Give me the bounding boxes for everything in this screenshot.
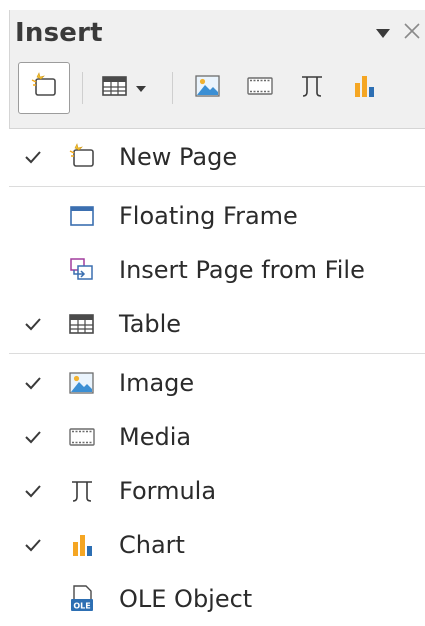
formula-button[interactable] bbox=[290, 62, 334, 114]
table-icon bbox=[67, 309, 97, 339]
list-item-chart[interactable]: Chart bbox=[9, 518, 425, 572]
ole-object-icon: OLE bbox=[67, 584, 97, 614]
list-item-insert-page-from-file[interactable]: Insert Page from File bbox=[9, 243, 425, 297]
list-item-label: New Page bbox=[119, 143, 238, 171]
chart-icon bbox=[351, 73, 377, 103]
table-button[interactable] bbox=[92, 62, 156, 114]
list-item-label: Media bbox=[119, 423, 192, 451]
formula-icon bbox=[298, 72, 326, 104]
media-icon bbox=[246, 74, 274, 102]
list-item-label: Chart bbox=[119, 531, 185, 559]
triangle-down-icon[interactable] bbox=[370, 20, 396, 46]
chart-button[interactable] bbox=[342, 62, 386, 114]
list-item-label: Table bbox=[119, 310, 182, 338]
list-item-image[interactable]: Image bbox=[9, 356, 425, 410]
svg-text:OLE: OLE bbox=[73, 602, 90, 611]
new-page-button[interactable] bbox=[18, 62, 70, 114]
toolbar-separator bbox=[172, 72, 173, 104]
new-page-icon bbox=[67, 142, 97, 172]
image-icon bbox=[194, 73, 222, 103]
list-item-table[interactable]: Table bbox=[9, 297, 425, 351]
chart-icon bbox=[67, 530, 97, 560]
list-separator bbox=[9, 353, 425, 354]
formula-icon bbox=[67, 476, 97, 506]
close-icon[interactable] bbox=[398, 16, 425, 46]
insert-list: New Page Floating Frame Insert Page from… bbox=[9, 130, 425, 626]
insert-page-from-file-icon bbox=[67, 255, 97, 285]
list-item-label: Floating Frame bbox=[119, 202, 298, 230]
list-item-formula[interactable]: Formula bbox=[9, 464, 425, 518]
list-separator bbox=[9, 186, 425, 187]
panel-header: Insert bbox=[9, 10, 425, 129]
list-item-floating-frame[interactable]: Floating Frame bbox=[9, 189, 425, 243]
new-page-icon bbox=[29, 71, 59, 105]
chevron-down-icon[interactable] bbox=[135, 79, 147, 98]
toolbar-separator bbox=[82, 72, 83, 104]
list-item-label: Insert Page from File bbox=[119, 256, 365, 284]
table-icon bbox=[101, 74, 129, 102]
floating-frame-icon bbox=[67, 201, 97, 231]
image-icon bbox=[67, 368, 97, 398]
image-button[interactable] bbox=[186, 62, 230, 114]
list-item-new-page[interactable]: New Page bbox=[9, 130, 425, 184]
insert-panel: Insert New Page Floating Frame Insert Pa… bbox=[0, 0, 425, 617]
checkmark-icon bbox=[23, 374, 43, 392]
list-item-media[interactable]: Media bbox=[9, 410, 425, 464]
checkmark-icon bbox=[23, 482, 43, 500]
list-item-label: OLE Object bbox=[119, 585, 253, 613]
checkmark-icon bbox=[23, 536, 43, 554]
list-item-ole-object[interactable]: OLE OLE Object bbox=[9, 572, 425, 626]
media-button[interactable] bbox=[238, 62, 282, 114]
checkmark-icon bbox=[23, 148, 43, 166]
list-item-label: Image bbox=[119, 369, 195, 397]
panel-title: Insert bbox=[15, 18, 103, 48]
list-item-label: Formula bbox=[119, 477, 217, 505]
checkmark-icon bbox=[23, 315, 43, 333]
media-icon bbox=[67, 422, 97, 452]
checkmark-icon bbox=[23, 428, 43, 446]
insert-toolbar bbox=[10, 62, 425, 122]
